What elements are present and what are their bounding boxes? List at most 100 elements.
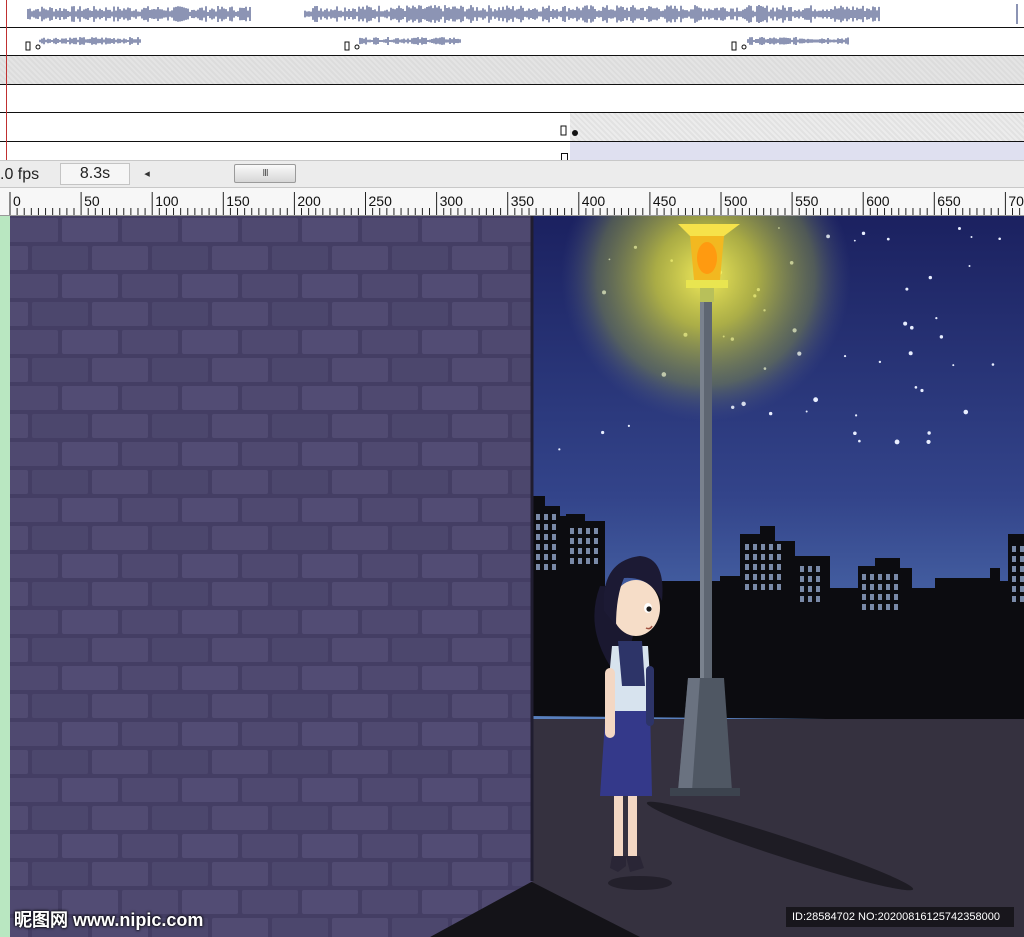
keyframe-marker-icon[interactable] [558,113,588,141]
building-window [769,574,773,580]
star [927,431,931,435]
building-window [578,548,582,554]
star [991,363,995,366]
star [909,325,914,330]
building-window [570,538,574,544]
building-window [808,586,812,592]
building-window [769,554,773,560]
timeline-layer-partial[interactable] [570,142,1024,160]
timeline-panel [0,0,1024,160]
elapsed-time-display: 8.3s [60,163,130,185]
building-window [816,586,820,592]
timeline-layer-empty[interactable] [0,56,1024,85]
star [627,424,630,427]
playhead[interactable] [6,0,7,160]
building-window [777,584,781,590]
timeline-layer-keyframe[interactable] [0,113,1024,142]
building-window [544,524,548,530]
animation-stage[interactable] [0,216,1024,937]
star [805,410,808,413]
building-window [862,574,866,580]
ruler-tick-label: 450 [652,193,677,209]
building-window [886,574,890,580]
building-window [753,574,757,580]
keyframe-span[interactable] [570,113,1024,141]
star [894,439,900,445]
building-window [761,574,765,580]
building-window [1020,596,1024,602]
star [768,411,773,416]
timeline-status-bar: .0 fps 8.3s ◂ III [0,160,1024,188]
building-window [1020,586,1024,592]
audio-clip-waveforms [25,37,849,51]
building-window [777,544,781,550]
star [928,275,933,280]
star [908,351,913,356]
ruler-tick-label: 70 [1008,193,1024,209]
building-window [570,548,574,554]
ruler-tick-label: 550 [795,193,819,209]
star [858,439,861,443]
building-window [800,586,804,592]
building-window [594,558,598,564]
building-window [1012,566,1016,572]
building-window [536,554,540,560]
ruler-tick-label: 200 [297,193,321,209]
ruler-tick-label: 650 [937,193,961,209]
building-window [594,538,598,544]
star [601,430,605,435]
building-window [870,604,874,610]
star [903,321,908,326]
ruler-tick-label: 0 [13,193,21,209]
timeline-layer-blank[interactable] [0,85,1024,113]
building-window [894,594,898,600]
building-window [586,558,590,564]
building-window [862,604,866,610]
building-window [745,574,749,580]
building-window [544,544,548,550]
horizontal-scroll-thumb[interactable]: III [234,164,296,183]
building-window [816,566,820,572]
building-window [878,584,882,590]
building-window [544,514,548,520]
building-window [816,576,820,582]
audio-waveform [27,4,1018,24]
building-window [761,584,765,590]
building-window [586,528,590,534]
building-window [808,566,812,572]
building-window [761,554,765,560]
star [813,397,819,403]
star [854,414,858,417]
building-window [552,524,556,530]
image-id-tag: ID:28584702 NO:20200816125742358000 [786,907,1014,927]
building-window [769,564,773,570]
building-window [753,544,757,550]
scroll-left-arrow-icon[interactable]: ◂ [138,165,156,183]
timeline-layer-audio-clips[interactable] [0,28,1024,56]
building-window [578,528,582,534]
building-window [870,574,874,580]
building-window [745,564,749,570]
building-window [586,548,590,554]
building-window [536,534,540,540]
building-window [894,604,898,610]
building-window [1012,576,1016,582]
timeline-layer-audio-main[interactable] [0,0,1024,28]
building-window [552,554,556,560]
frame-rate-label[interactable]: .0 fps [0,164,39,186]
scene-artwork [10,216,1024,937]
building-window [886,604,890,610]
building-window [745,554,749,560]
star [920,388,924,393]
ruler-tick-label: 600 [866,193,890,209]
building-window [769,544,773,550]
building-window [800,576,804,582]
building-window [552,544,556,550]
building-window [544,554,548,560]
building-window [594,528,598,534]
building-window [753,584,757,590]
star [952,364,955,367]
building-window [552,534,556,540]
building-window [586,538,590,544]
ruler-tick-label: 100 [155,193,179,209]
